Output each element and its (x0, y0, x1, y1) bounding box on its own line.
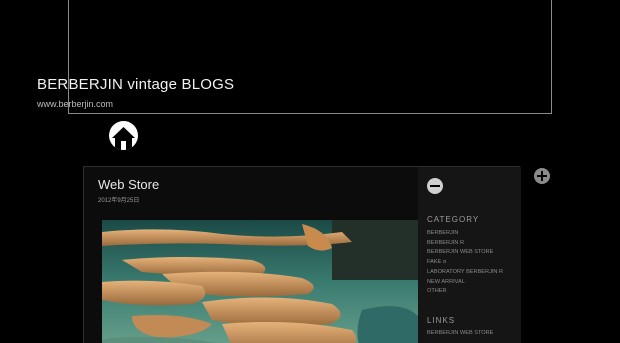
post-date: 2012年9月25日 (98, 198, 140, 204)
category-item[interactable]: OTHER (427, 287, 503, 297)
links-heading: LINKS (427, 316, 456, 325)
sidebar: CATEGORY BERBERJIN BERBERJIN R BERBERJIN… (418, 167, 521, 343)
minus-circle-icon[interactable] (427, 178, 443, 194)
site-title[interactable]: BERBERJIN vintage BLOGS (37, 76, 234, 93)
category-item[interactable]: BERBERJIN WEB STORE (427, 248, 503, 258)
category-item[interactable]: LABORATORY BERBERJIN R (427, 268, 503, 278)
category-item[interactable]: BERBERJIN R (427, 239, 503, 249)
category-item[interactable]: NEW ARRIVAL (427, 278, 503, 288)
content-panel: Web Store 2012年9月25日 CATEGORY BERBERJIN … (83, 166, 521, 343)
post-title[interactable]: Web Store (98, 177, 159, 192)
category-item[interactable]: FAKE α (427, 258, 503, 268)
category-heading: CATEGORY (427, 215, 480, 224)
post-area: Web Store 2012年9月25日 (84, 167, 418, 343)
home-button[interactable] (109, 121, 138, 150)
links-list: BERBERJIN WEB STORE (427, 329, 493, 339)
header-box (68, 0, 552, 114)
link-item[interactable]: BERBERJIN WEB STORE (427, 329, 493, 339)
plus-circle-icon[interactable] (534, 168, 550, 184)
home-icon (112, 127, 135, 150)
category-list: BERBERJIN BERBERJIN R BERBERJIN WEB STOR… (427, 229, 503, 297)
post-image (102, 220, 418, 343)
site-url[interactable]: www.berberjin.com (37, 99, 113, 109)
category-item[interactable]: BERBERJIN (427, 229, 503, 239)
